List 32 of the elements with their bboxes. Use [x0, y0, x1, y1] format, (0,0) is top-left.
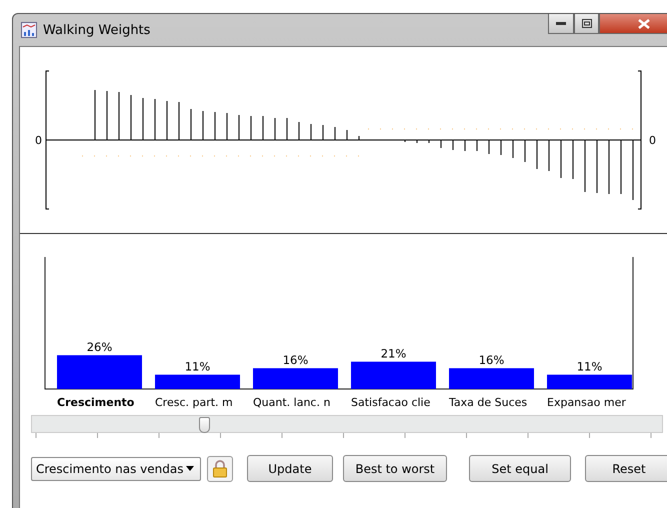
- minimize-button[interactable]: [548, 14, 574, 34]
- zero-label: 0: [35, 134, 42, 147]
- criterion-label[interactable]: Quant. lanc. n: [253, 396, 330, 409]
- percent-label: 16%: [478, 353, 504, 368]
- weight-slider[interactable]: [31, 415, 663, 433]
- criterion-label[interactable]: Expansao mer: [547, 396, 626, 409]
- percent-label: 21%: [380, 346, 406, 361]
- padlock-icon: [212, 460, 228, 478]
- close-button[interactable]: [599, 14, 667, 34]
- criterion-label[interactable]: Taxa de Suces: [449, 396, 528, 409]
- chart-app-icon: [21, 22, 37, 38]
- lock-button[interactable]: [207, 456, 233, 482]
- restore-icon: [582, 19, 592, 28]
- zero-label: 0: [649, 134, 656, 147]
- percent-label: 11%: [184, 360, 210, 374]
- dropdown-caret-icon: [186, 466, 194, 471]
- minimize-icon: [556, 22, 566, 25]
- criterion-label[interactable]: Cresc. part. m: [155, 396, 233, 409]
- action-button[interactable]: Best to worst: [343, 455, 447, 482]
- percent-label: 11%: [576, 360, 602, 374]
- action-button[interactable]: Update: [247, 455, 333, 482]
- criterion-dropdown[interactable]: Crescimento nas vendas: [31, 456, 201, 480]
- window-title: Walking Weights: [43, 22, 150, 38]
- criterion-label[interactable]: Satisfacao clie: [351, 396, 430, 409]
- percent-label: 16%: [282, 353, 308, 368]
- action-button[interactable]: Reset: [585, 455, 667, 482]
- maximize-button[interactable]: [574, 14, 599, 34]
- slider-thumb[interactable]: [199, 417, 210, 433]
- close-icon: [638, 18, 650, 28]
- percent-label: 26%: [86, 340, 112, 354]
- criterion-label[interactable]: Crescimento: [57, 396, 134, 409]
- action-button[interactable]: Set equal: [469, 455, 571, 482]
